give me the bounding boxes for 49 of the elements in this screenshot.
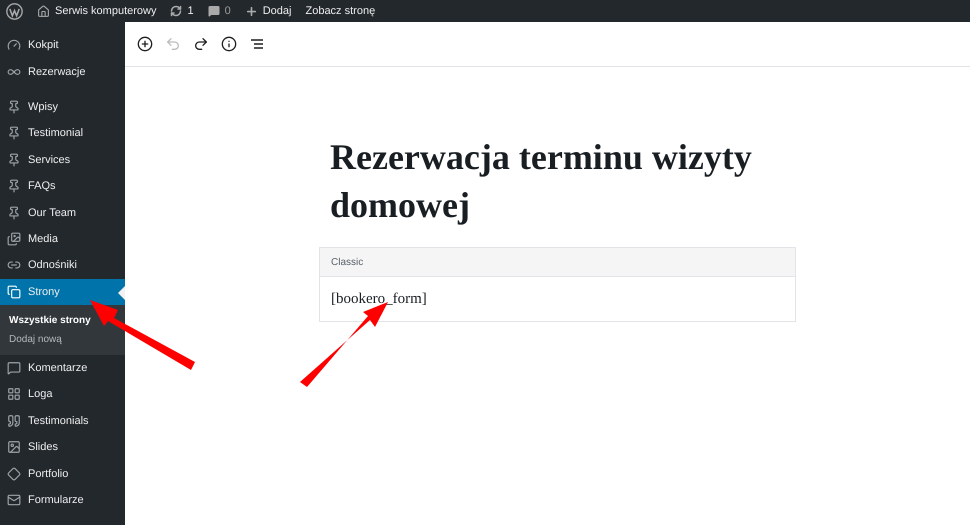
menu-icon	[7, 152, 21, 167]
comments-link[interactable]: 0	[208, 5, 231, 17]
menu-icon	[7, 100, 21, 114]
add-block-button[interactable]	[137, 36, 153, 52]
page-title[interactable]: Rezerwacja terminu wizyty domowej	[330, 133, 770, 229]
sidebar-item[interactable]: Wpisy	[0, 94, 125, 120]
wordpress-logo-icon[interactable]	[6, 2, 23, 20]
sidebar-item[interactable]: Testimonial	[0, 120, 125, 147]
info-button[interactable]	[221, 36, 237, 52]
sidebar-item[interactable]: Rezerwacje	[0, 58, 125, 85]
menu-icon	[7, 179, 21, 194]
sidebar-item[interactable]: FAQs	[0, 172, 125, 200]
sidebar-item[interactable]: Testimonials	[0, 408, 125, 434]
new-link[interactable]: Dodaj	[244, 4, 292, 18]
menu-icon	[7, 414, 21, 428]
sidebar-item[interactable]: Our Team	[0, 199, 125, 226]
menu-icon	[7, 284, 21, 299]
sidebar-item[interactable]: Media	[0, 226, 125, 252]
sidebar-item[interactable]: Services	[0, 146, 125, 173]
menu-icon	[7, 440, 21, 454]
menu-icon	[7, 206, 21, 220]
plus-icon	[244, 4, 258, 18]
menu-icon	[7, 361, 21, 376]
sidebar-item[interactable]: Odnośniki	[0, 252, 125, 279]
menu-icon	[7, 387, 21, 402]
sidebar-item[interactable]: Komentarze	[0, 354, 125, 382]
submenu-item[interactable]: Dodaj nową	[0, 334, 62, 345]
menu-icon	[7, 232, 21, 246]
updates-link[interactable]: 1	[170, 5, 194, 17]
redo-button[interactable]	[193, 36, 209, 52]
sidebar-item[interactable]: Portfolio	[0, 460, 125, 487]
comment-icon	[208, 5, 220, 17]
shortcode-text[interactable]: [bookero_form]	[331, 290, 427, 308]
site-name-link[interactable]: Serwis komputerowy	[37, 4, 156, 18]
menu-icon	[7, 493, 21, 508]
sidebar-item[interactable]: Kokpit	[0, 32, 125, 58]
menu-icon	[7, 38, 21, 52]
sidebar-item[interactable]: Strony	[0, 278, 125, 305]
view-page-link[interactable]: Zobacz stronę	[305, 5, 376, 17]
menu-icon	[7, 466, 21, 481]
refresh-icon	[170, 5, 182, 17]
classic-block[interactable]: Classic [bookero_form]	[319, 247, 796, 322]
sidebar-item[interactable]: Formularze	[0, 486, 125, 514]
block-label: Classic	[331, 256, 364, 268]
sidebar-item[interactable]: Slides	[0, 434, 125, 460]
submenu-item[interactable]: Wszystkie strony	[0, 314, 91, 326]
sidebar-item[interactable]: Loga	[0, 381, 125, 408]
menu-icon	[7, 126, 21, 140]
home-icon	[37, 4, 50, 18]
